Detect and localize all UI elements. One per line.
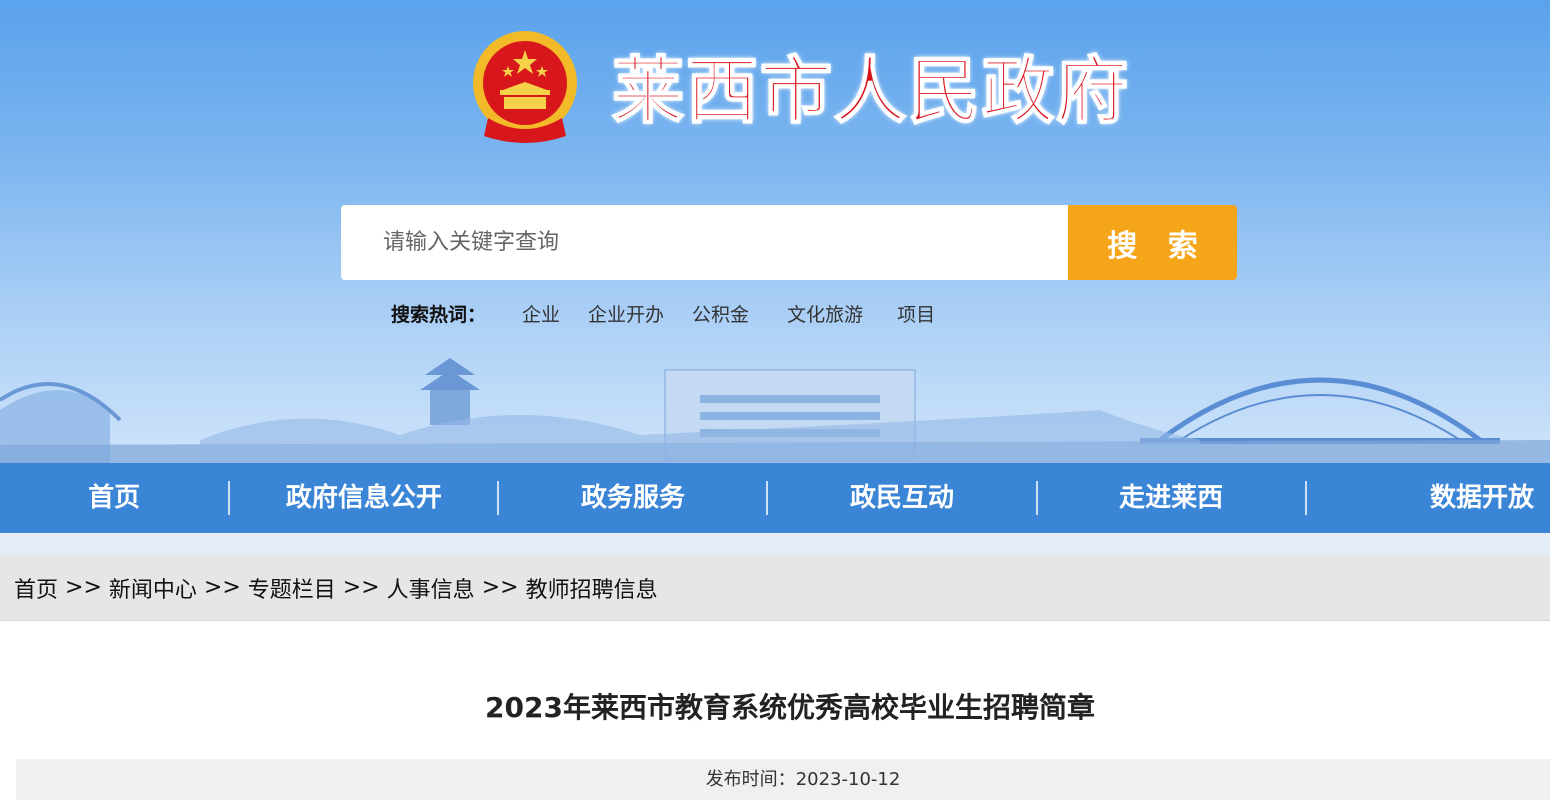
breadcrumb-home[interactable]: 首页 [14,572,58,604]
nav-item-open-data[interactable]: 数据开放 [1307,463,1550,533]
article-meta: 发布时间：2023-10-12 [16,759,1550,800]
breadcrumb-teacher-recruitment[interactable]: 教师招聘信息 [526,572,658,604]
breadcrumb-special-topics[interactable]: 专题栏目 [248,572,336,604]
nav-item-services[interactable]: 政务服务 [499,463,766,533]
hot-word-link[interactable]: 项目 [897,300,935,330]
breadcrumb-separator: >> [342,575,380,600]
breadcrumb-news-center[interactable]: 新闻中心 [109,572,197,604]
breadcrumb-separator: >> [481,575,519,600]
hot-words-label: 搜索热词： [391,304,487,326]
nav-item-gov-info[interactable]: 政府信息公开 [230,463,497,533]
hot-words: 搜索热词： 企业 企业开办 公积金 文化旅游 项目 [391,300,963,330]
hot-word-link[interactable]: 企业 [522,300,560,330]
search-box [341,205,1068,280]
breadcrumb-personnel-info[interactable]: 人事信息 [387,572,475,604]
site-header: 莱西市人民政府 搜 索 搜索热词： 企业 企业开办 公积金 文化旅游 项目 [0,0,1550,463]
nav-item-about[interactable]: 走进莱西 [1038,463,1305,533]
site-title[interactable]: 莱西市人民政府 [611,47,1130,134]
nav-item-home[interactable]: 首页 [0,463,228,533]
publish-date: 2023-10-12 [795,769,901,790]
breadcrumb-separator: >> [203,575,241,600]
hot-word-link[interactable]: 公积金 [692,300,749,330]
nav-item-interaction[interactable]: 政民互动 [768,463,1035,533]
article-title: 2023年莱西市教育系统优秀高校毕业生招聘简章 [485,691,1095,724]
publish-label: 发布时间： [705,769,796,790]
breadcrumb: 首页 >> 新闻中心 >> 专题栏目 >> 人事信息 >> 教师招聘信息 [0,555,1550,621]
national-emblem-icon [473,31,577,143]
breadcrumb-separator: >> [65,575,102,600]
search-button[interactable]: 搜 索 [1068,205,1237,280]
search-input[interactable] [381,229,1045,256]
nav-shadow-strip [0,533,1550,555]
city-skyline-illustration [0,358,1550,463]
hot-word-link[interactable]: 文化旅游 [787,300,863,330]
main-nav: 首页 政府信息公开 政务服务 政民互动 走进莱西 数据开放 [0,463,1550,533]
hot-word-link[interactable]: 企业开办 [588,300,664,330]
